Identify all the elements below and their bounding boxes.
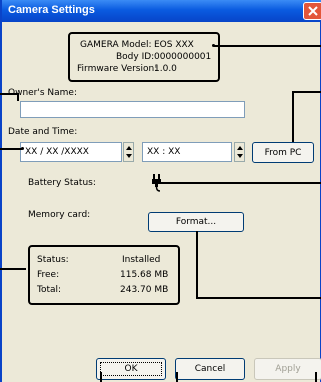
callout-line-info	[214, 45, 321, 47]
callout-line-ok	[100, 372, 102, 382]
spin-down-icon	[126, 154, 132, 158]
spin-down-icon	[237, 154, 243, 158]
window-title: Camera Settings	[8, 4, 95, 16]
time-field[interactable]: XX : XX	[142, 142, 232, 162]
callout-line-frompc	[293, 91, 321, 93]
date-field[interactable]: XX / XX /XXXX	[20, 142, 122, 162]
memory-total-value: 243.70 MB	[120, 285, 169, 295]
from-pc-button[interactable]: From PC	[252, 142, 314, 163]
owner-name-input[interactable]	[20, 101, 245, 118]
body-id-label: Body ID:	[116, 52, 155, 62]
memory-total-label: Total:	[37, 285, 62, 295]
format-button[interactable]: Format...	[148, 212, 244, 232]
ok-button[interactable]: OK	[96, 358, 166, 380]
firmware-label: Firmware Version:	[77, 64, 158, 74]
battery-status-label: Battery Status:	[28, 178, 96, 188]
title-bar[interactable]: Camera Settings	[2, 0, 321, 22]
firmware-value: 1.0.0	[154, 64, 177, 74]
model-value: EOS XXX	[154, 40, 194, 50]
date-time-label: Date and Time:	[8, 127, 78, 137]
memory-free-value: 115.68 MB	[120, 270, 169, 280]
memory-status-value: Installed	[122, 255, 161, 265]
date-value: XX / XX /XXXX	[25, 147, 89, 157]
body-id-value: 0000000001	[154, 52, 212, 62]
callout-line-format-drop	[196, 231, 198, 298]
time-value: XX : XX	[147, 147, 181, 157]
apply-button[interactable]: Apply	[254, 358, 321, 380]
model-label: GAMERA Model:	[80, 40, 152, 50]
callout-dot-info	[212, 44, 215, 47]
spin-up-icon	[126, 146, 132, 150]
focus-outline	[100, 362, 162, 376]
callout-line-format	[196, 297, 321, 299]
close-icon	[308, 6, 318, 16]
memory-free-label: Free:	[37, 270, 60, 280]
memory-card-label: Memory card:	[28, 210, 91, 220]
callout-line-memory	[0, 268, 26, 270]
callout-line-owner	[0, 93, 18, 95]
close-button[interactable]	[303, 2, 321, 20]
callout-line-owner-drop	[17, 93, 19, 101]
memory-status-label: Status:	[37, 255, 69, 265]
callout-line-battery	[160, 182, 321, 184]
callout-line-frompc-drop	[292, 91, 294, 142]
callout-line-cancel	[176, 372, 178, 382]
spin-up-icon	[237, 146, 243, 150]
callout-dot-battery	[158, 181, 161, 184]
time-spinner[interactable]	[234, 142, 245, 162]
date-spinner[interactable]	[123, 142, 134, 162]
callout-line-apply	[315, 372, 317, 382]
cancel-button[interactable]: Cancel	[175, 358, 245, 380]
camera-settings-dialog: Camera Settings GAMERA Model: EOS XXX Bo…	[0, 0, 321, 382]
callout-dot-date	[21, 147, 24, 150]
callout-line-date	[0, 148, 22, 150]
